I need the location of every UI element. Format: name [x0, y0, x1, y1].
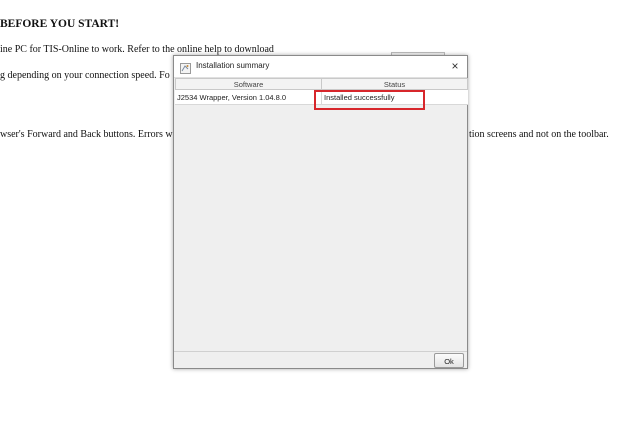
- column-header-software[interactable]: Software: [175, 78, 322, 90]
- dialog-title: Installation summary: [196, 61, 270, 70]
- footer-divider: [174, 351, 467, 352]
- column-header-status[interactable]: Status: [321, 78, 468, 90]
- software-cell: J2534 Wrapper, Version 1.04.8.0: [177, 93, 287, 102]
- body-text-line-2: g depending on your connection speed. Fo: [0, 70, 170, 81]
- table-row[interactable]: J2534 Wrapper, Version 1.04.8.0 Installe…: [175, 90, 468, 105]
- body-text-line-3: wser's Forward and Back buttons. Errors …: [0, 129, 173, 140]
- body-text-line-4: tion screens and not on the toolbar.: [469, 129, 609, 140]
- summary-table-area: Software Status J2534 Wrapper, Version 1…: [175, 78, 468, 351]
- status-cell: Installed successfully: [321, 90, 466, 105]
- java-app-icon: [180, 61, 191, 74]
- installation-summary-dialog: Installation summary × Software Status J…: [173, 55, 468, 369]
- page-heading: BEFORE YOU START!: [0, 18, 120, 30]
- close-icon[interactable]: ×: [447, 58, 463, 74]
- dialog-titlebar[interactable]: Installation summary ×: [174, 56, 467, 78]
- ok-button[interactable]: Ok: [434, 353, 464, 368]
